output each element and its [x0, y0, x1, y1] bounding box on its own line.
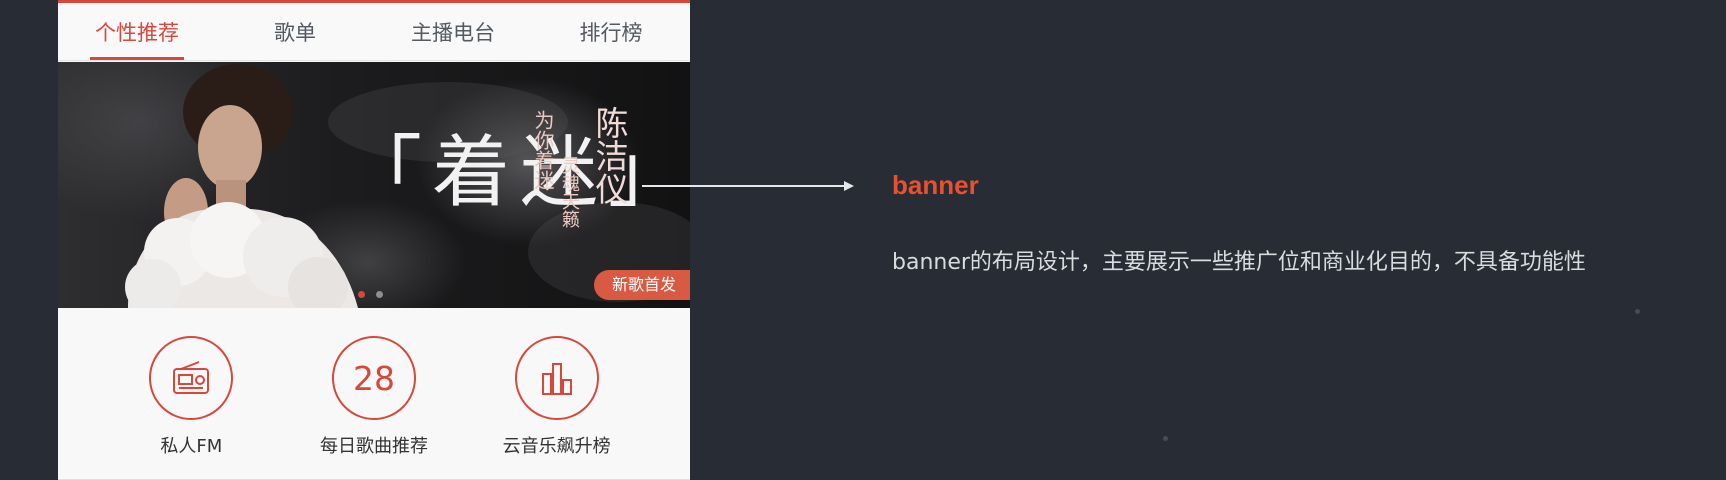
background-speck: [1635, 309, 1640, 314]
carousel-dots: [358, 291, 383, 298]
entry-rising-chart[interactable]: 云音乐飙升榜: [482, 308, 632, 480]
annotation-title: banner: [892, 170, 979, 200]
entry-private-fm[interactable]: 私人FM: [116, 308, 266, 480]
tab-bar: 个性推荐 歌单 主播电台 排行榜: [58, 3, 690, 61]
tab-playlists[interactable]: 歌单: [216, 3, 374, 60]
calendar-number-icon: 28: [331, 336, 416, 420]
carousel-dot[interactable]: [376, 291, 383, 298]
promo-banner[interactable]: 「着迷」 为你着迷 灵魂天籁 陈洁仪 新歌首发: [58, 62, 690, 308]
entry-label: 每日歌曲推荐: [319, 436, 428, 457]
tab-radio[interactable]: 主播电台: [374, 3, 532, 60]
tab-recommend[interactable]: 个性推荐: [58, 3, 216, 60]
banner-artist: 陈洁仪: [590, 106, 629, 205]
background-speck: [1163, 436, 1168, 441]
tab-charts[interactable]: 排行榜: [532, 3, 690, 60]
entry-daily-songs[interactable]: 28 每日歌曲推荐: [299, 308, 449, 480]
entry-label: 私人FM: [160, 436, 223, 457]
radio-icon: [149, 336, 234, 420]
bar-chart-icon: [514, 336, 599, 420]
day-number: 28: [352, 358, 395, 398]
banner-subtitle: 灵魂天籁: [559, 156, 580, 228]
quick-entries: 私人FM 28 每日歌曲推荐 云音乐飙升榜: [58, 308, 690, 480]
entry-label: 云音乐飙升榜: [502, 436, 611, 457]
annotation-description: banner的布局设计，主要展示一些推广位和商业化目的，不具备功能性: [892, 250, 1586, 275]
new-release-badge[interactable]: 新歌首发: [593, 270, 690, 300]
banner-tagline: 为你着迷: [531, 110, 555, 190]
pointer-arrow: [642, 181, 854, 191]
phone-screen: 个性推荐 歌单 主播电台 排行榜 「着迷」 为你着迷 灵魂天籁 陈洁仪 新歌首发…: [58, 0, 690, 480]
carousel-dot-active[interactable]: [358, 291, 365, 298]
